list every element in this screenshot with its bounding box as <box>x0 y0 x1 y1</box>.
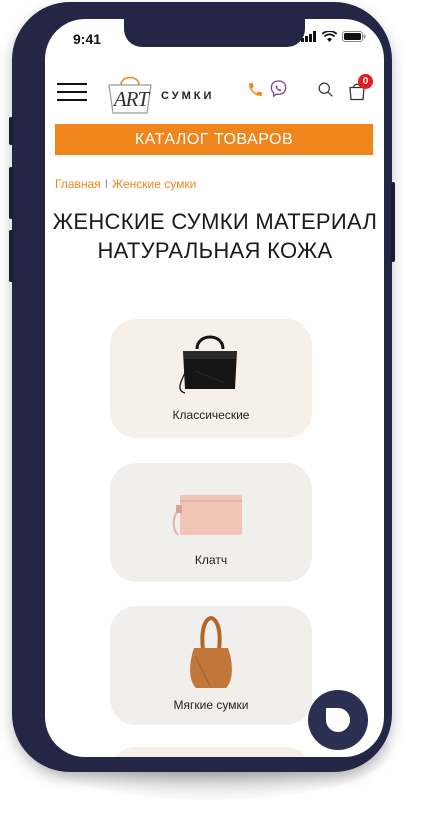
site-logo[interactable]: ART СУМКИ <box>105 73 223 115</box>
breadcrumb-separator: I <box>104 177 109 191</box>
clutch-image <box>172 495 242 536</box>
category-label-classic: Классические <box>172 408 250 422</box>
catalog-button[interactable]: КАТАЛОГ ТОВАРОВ <box>55 124 373 155</box>
phone-icon[interactable] <box>247 81 264 98</box>
category-card-classic[interactable]: Классические <box>110 319 312 438</box>
phone-volume-up <box>9 167 13 219</box>
wifi-icon <box>322 31 337 42</box>
category-card-next[interactable] <box>110 747 312 757</box>
classic-handbag-image <box>179 335 237 394</box>
signal-icon <box>301 31 316 42</box>
breadcrumb-current[interactable]: Женские сумки <box>112 177 196 191</box>
category-label-clutch: Клатч <box>194 553 228 567</box>
logo-sumki-text: СУМКИ <box>161 90 215 102</box>
menu-icon[interactable] <box>57 83 87 103</box>
category-card-soft[interactable]: Мягкие сумки <box>110 606 312 725</box>
battery-icon <box>342 31 366 42</box>
phone-screen: 9:41 ART СУМКИ 0 КАТАЛОГ ТОВАРОВ Главная… <box>45 19 384 757</box>
category-label-soft: Мягкие сумки <box>173 698 249 712</box>
notch <box>124 19 305 47</box>
site-header: ART СУМКИ 0 <box>45 71 384 115</box>
category-card-clutch[interactable]: Клатч <box>110 463 312 582</box>
breadcrumb: Главная I Женские сумки <box>55 177 196 191</box>
phone-mute-switch <box>9 117 13 145</box>
page-title: ЖЕНСКИЕ СУМКИ МАТЕРИАЛ НАТУРАЛЬНАЯ КОЖА <box>52 209 378 263</box>
phone-volume-down <box>9 230 13 282</box>
phone-power-button <box>391 182 395 262</box>
status-icons <box>301 31 366 42</box>
chat-bubble-icon <box>326 708 350 732</box>
viber-icon[interactable] <box>269 79 288 99</box>
cart-count-badge: 0 <box>358 74 373 89</box>
chat-button[interactable] <box>308 690 368 750</box>
search-icon[interactable] <box>317 81 334 98</box>
logo-art-text: ART <box>113 87 149 111</box>
breadcrumb-home-link[interactable]: Главная <box>55 177 101 191</box>
status-time: 9:41 <box>73 31 102 47</box>
phone-frame: 9:41 ART СУМКИ 0 КАТАЛОГ ТОВАРОВ Главная… <box>9 2 395 772</box>
hobo-bag-image <box>190 616 232 688</box>
